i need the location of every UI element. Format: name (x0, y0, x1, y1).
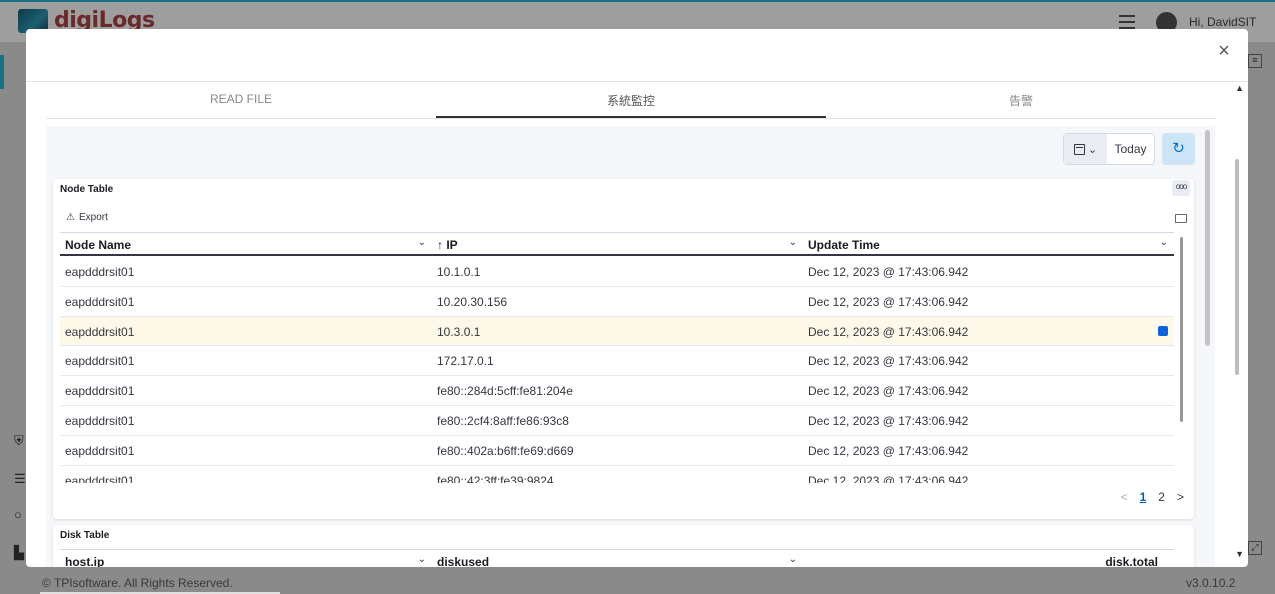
cell-ip: fe80::284d:5cff:fe81:204e (437, 384, 573, 399)
keyboard-icon[interactable] (1175, 214, 1187, 223)
cell-node-name: eapdddrsit01 (65, 473, 135, 483)
cell-node-name: eapdddrsit01 (65, 265, 135, 279)
date-range-label[interactable]: Today (1107, 134, 1154, 164)
column-header-node-name[interactable]: Node Name ⌄ (60, 233, 432, 254)
cell-node-name: eapdddrsit01 (65, 294, 135, 309)
scroll-up-arrow-icon[interactable]: ▲ (1235, 83, 1244, 93)
dashboard-panel: ⌄ Today ↻ Node Table ooo ⚠ Export Node N… (46, 126, 1215, 567)
disk-table-header: host.ip ⌄ diskused ⌄ disk.total (60, 549, 1174, 567)
panel-scrollbar-thumb[interactable] (1205, 130, 1210, 346)
table-body: eapdddrsit01 10.1.0.1 Dec 12, 2023 @ 17:43… (60, 257, 1174, 483)
cell-ip: 10.3.0.1 (437, 324, 481, 339)
export-button[interactable]: ⚠ Export (66, 212, 108, 223)
cell-ip: fe80::42:3ff:fe39:9824 (437, 473, 554, 483)
cell-node-name: eapdddrsit01 (65, 384, 135, 399)
card-title: Disk Table (60, 530, 110, 541)
page-1[interactable]: 1 (1140, 490, 1147, 504)
page-2[interactable]: 2 (1158, 490, 1165, 504)
chevron-down-icon: ⌄ (1087, 143, 1098, 156)
table-row[interactable]: eapdddrsit01 172.17.0.1 Dec 12, 2023 @ 17:… (60, 346, 1174, 377)
next-page-icon[interactable]: > (1177, 490, 1184, 504)
refresh-button[interactable]: ↻ (1162, 133, 1195, 165)
cell-ip: 172.17.0.1 (437, 354, 494, 369)
node-table-card: Node Table ooo ⚠ Export Node Name ⌄ ↑ IP ⌄… (53, 179, 1194, 519)
tab-system-monitor[interactable]: 系統監控 (436, 82, 826, 118)
pagination: < 1 2 > (1121, 490, 1184, 504)
hamburger-menu-icon[interactable] (1119, 15, 1135, 29)
cell-update-time: Dec 12, 2023 @ 17:43:06.942 (808, 265, 969, 279)
right-panel-expand-icon[interactable]: ⤢ (1248, 541, 1262, 555)
chevron-down-icon[interactable]: ⌄ (418, 554, 426, 565)
export-icon: ⚠ (66, 212, 75, 223)
cell-node-name: eapdddrsit01 (65, 324, 135, 339)
system-monitor-modal: × READ FILE 系統監控 告警 ▲ ▼ ⌄ Today ↻ Node T… (26, 29, 1248, 567)
table-scrollbar-thumb[interactable] (1180, 237, 1183, 422)
table-header: Node Name ⌄ ↑ IP ⌄ Update Time ⌄ (60, 232, 1174, 256)
sidebar-active-indicator (0, 55, 4, 89)
footer-copyright: © TPIsoftware. All Rights Reserved. (42, 576, 233, 590)
prev-page-icon[interactable]: < (1121, 490, 1128, 504)
cell-ip: fe80::2cf4:8aff:fe86:93c8 (437, 413, 569, 428)
right-panel-toggle-icon[interactable]: ≡ (1248, 54, 1262, 68)
cell-update-time: Dec 12, 2023 @ 17:43:06.942 (808, 324, 969, 339)
scroll-down-arrow-icon[interactable]: ▼ (1235, 549, 1244, 559)
table-row[interactable]: eapdddrsit01 10.3.0.1 Dec 12, 2023 @ 17:43… (60, 316, 1174, 347)
refresh-icon: ↻ (1172, 140, 1185, 157)
cell-update-time: Dec 12, 2023 @ 17:43:06.942 (808, 473, 969, 483)
column-header-update-time[interactable]: Update Time ⌄ (803, 233, 1174, 254)
export-label: Export (78, 212, 108, 223)
table-row[interactable]: eapdddrsit01 fe80::2cf4:8aff:fe86:93c8 Dec… (60, 406, 1174, 436)
card-title: Node Table (60, 184, 114, 195)
calendar-icon (1073, 143, 1085, 155)
column-header-host-ip[interactable]: host.ip ⌄ (60, 550, 432, 567)
cell-ip: fe80::402a:b6ff:fe69:d669 (437, 443, 574, 458)
table-row[interactable]: eapdddrsit01 fe80::402a:b6ff:fe69:d669 Dec… (60, 436, 1174, 466)
chevron-down-icon[interactable]: ⌄ (1160, 237, 1168, 248)
column-header-diskused[interactable]: diskused ⌄ (432, 550, 803, 567)
table-row[interactable]: eapdddrsit01 10.20.30.156 Dec 12, 2023 @ 1… (60, 287, 1174, 317)
cell-update-time: Dec 12, 2023 @ 17:43:06.942 (808, 354, 969, 369)
cell-node-name: eapdddrsit01 (65, 443, 135, 458)
table-row[interactable]: eapdddrsit01 fe80::42:3ff:fe39:9824 Dec 12… (60, 466, 1174, 483)
tab-alerts[interactable]: 告警 (826, 82, 1216, 118)
user-greeting[interactable]: Hi, DavidSIT (1189, 15, 1256, 29)
chevron-down-icon[interactable]: ⌄ (789, 554, 797, 565)
date-picker: ⌄ Today (1063, 133, 1155, 165)
cell-node-name: eapdddrsit01 (65, 413, 135, 428)
cell-ip: 10.20.30.156 (437, 294, 508, 309)
footer-version: v3.0.10.2 (1186, 576, 1236, 590)
close-icon[interactable]: × (1214, 41, 1234, 61)
column-header-empty[interactable] (803, 550, 1023, 567)
chevron-down-icon[interactable]: ⌄ (789, 237, 797, 248)
disk-table-card: Disk Table host.ip ⌄ diskused ⌄ disk.total (53, 525, 1194, 567)
tab-read-file[interactable]: READ FILE (46, 82, 436, 118)
chevron-down-icon[interactable]: ⌄ (418, 237, 426, 248)
column-header-ip[interactable]: ↑ IP ⌄ (432, 233, 803, 254)
modal-tabs: READ FILE 系統監控 告警 (46, 82, 1216, 119)
cell-update-time: Dec 12, 2023 @ 17:43:06.942 (808, 294, 969, 309)
modal-scrollbar-thumb[interactable] (1235, 159, 1239, 375)
cell-node-name: eapdddrsit01 (65, 354, 135, 369)
date-quick-select-button[interactable]: ⌄ (1064, 134, 1107, 164)
cell-update-time: Dec 12, 2023 @ 17:43:06.942 (808, 413, 969, 428)
row-expand-icon[interactable] (1158, 325, 1168, 336)
cell-update-time: Dec 12, 2023 @ 17:43:06.942 (808, 443, 969, 458)
cell-update-time: Dec 12, 2023 @ 17:43:06.942 (808, 384, 969, 399)
table-row[interactable]: eapdddrsit01 fe80::284d:5cff:fe81:204e Dec… (60, 376, 1174, 406)
panel-options-icon[interactable]: ooo (1172, 180, 1190, 196)
cell-ip: 10.1.0.1 (437, 265, 481, 279)
table-row[interactable]: eapdddrsit01 10.1.0.1 Dec 12, 2023 @ 17:43… (60, 257, 1174, 287)
column-header-disk-total[interactable]: disk.total (1023, 550, 1174, 567)
